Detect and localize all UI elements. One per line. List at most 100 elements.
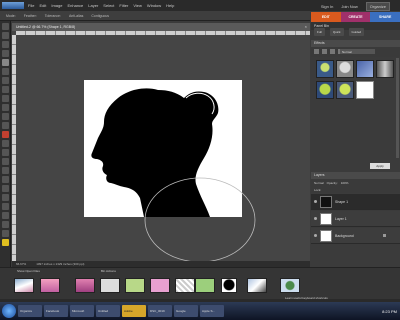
effect-thumbnail[interactable] bbox=[336, 81, 354, 99]
project-bin-thumbnail[interactable] bbox=[247, 278, 267, 293]
blur-tool-icon[interactable] bbox=[2, 221, 9, 228]
sign-in-link[interactable]: Sign In bbox=[321, 4, 333, 9]
menu-window[interactable]: Window bbox=[147, 3, 161, 8]
taskbar-item[interactable]: DSC_0019 bbox=[148, 305, 172, 317]
quick-selection-tool-icon[interactable] bbox=[2, 86, 9, 93]
eyedropper-tool-icon[interactable] bbox=[2, 50, 9, 57]
effect-thumbnail[interactable] bbox=[376, 60, 394, 78]
tab-create[interactable]: CREATE bbox=[340, 12, 371, 22]
layers-panel-header[interactable]: Layers bbox=[311, 172, 400, 179]
edit-full-button[interactable]: Full bbox=[314, 28, 325, 36]
filters-icon[interactable] bbox=[314, 49, 319, 54]
layer-row[interactable]: Shape 1 bbox=[311, 194, 400, 210]
option-anti-alias[interactable]: Anti-alias bbox=[69, 14, 83, 18]
effect-thumbnail[interactable] bbox=[356, 81, 374, 99]
taskbar-item[interactable]: Facebook bbox=[44, 305, 68, 317]
taskbar-item[interactable]: Google bbox=[174, 305, 198, 317]
project-bin-thumbnail[interactable] bbox=[221, 278, 237, 293]
option-feather[interactable]: Feather: bbox=[24, 14, 37, 18]
zoom-level[interactable]: 66.67% bbox=[16, 262, 26, 266]
menu-file[interactable]: File bbox=[28, 3, 34, 8]
paint-bucket-tool-icon[interactable] bbox=[2, 194, 9, 201]
project-bin-thumbnail[interactable] bbox=[75, 278, 95, 293]
blend-mode-select[interactable]: Normal bbox=[314, 181, 324, 185]
project-bin-thumbnail[interactable] bbox=[195, 278, 215, 293]
apply-button[interactable]: Apply bbox=[370, 163, 390, 169]
taskbar-item[interactable]: Microsoft bbox=[70, 305, 94, 317]
crop-tool-icon[interactable] bbox=[2, 104, 9, 111]
photo-effects-icon[interactable] bbox=[330, 49, 335, 54]
gradient-tool-icon[interactable] bbox=[2, 203, 9, 210]
move-tool-icon[interactable] bbox=[2, 23, 9, 30]
visibility-eye-icon[interactable] bbox=[314, 234, 317, 237]
sponge-tool-icon[interactable] bbox=[2, 230, 9, 237]
effects-category-dropdown[interactable]: Normal bbox=[340, 49, 375, 54]
layer-styles-icon[interactable] bbox=[322, 49, 327, 54]
hand-tool-icon[interactable] bbox=[2, 41, 9, 48]
cookie-cutter-tool-icon[interactable] bbox=[2, 113, 9, 120]
marquee-tool-icon[interactable] bbox=[2, 59, 9, 66]
menu-layer[interactable]: Layer bbox=[88, 3, 98, 8]
red-eye-tool-icon[interactable] bbox=[2, 131, 9, 138]
document-title: Untitled-2 @ 66.7% (Shape 1, RGB/8) bbox=[16, 25, 76, 29]
effects-scrollbar[interactable] bbox=[396, 58, 399, 158]
close-document-icon[interactable]: × bbox=[305, 24, 307, 29]
lasso-tool-icon[interactable] bbox=[2, 68, 9, 75]
document-tab[interactable]: Untitled-2 @ 66.7% (Shape 1, RGB/8) × bbox=[12, 23, 310, 31]
visibility-eye-icon[interactable] bbox=[314, 217, 317, 220]
brush-tool-icon[interactable] bbox=[2, 176, 9, 183]
menu-enhance[interactable]: Enhance bbox=[67, 3, 83, 8]
menu-edit[interactable]: Edit bbox=[39, 3, 46, 8]
taskbar-item[interactable]: Untitled bbox=[96, 305, 120, 317]
layer-row[interactable]: Layer 1 bbox=[311, 211, 400, 227]
menu-filter[interactable]: Filter bbox=[119, 3, 128, 8]
pencil-tool-icon[interactable] bbox=[2, 167, 9, 174]
opacity-value[interactable]: 100% bbox=[341, 181, 349, 185]
spot-healing-tool-icon[interactable] bbox=[2, 140, 9, 147]
project-bin-thumbnail[interactable] bbox=[150, 278, 170, 293]
visibility-eye-icon[interactable] bbox=[314, 200, 317, 203]
dodge-tool-icon[interactable] bbox=[2, 239, 9, 246]
organize-button[interactable]: Organize bbox=[365, 2, 390, 11]
option-contiguous[interactable]: Contiguous bbox=[91, 14, 109, 18]
edit-guided-button[interactable]: Guided bbox=[348, 28, 365, 36]
effect-thumbnail[interactable] bbox=[316, 60, 334, 78]
option-mode[interactable]: Mode: bbox=[6, 14, 16, 18]
effects-panel-header[interactable]: Effects bbox=[311, 40, 400, 47]
keyboard-shortcuts-link[interactable]: Learn useful keyboard shortcuts bbox=[285, 296, 328, 300]
project-bin-thumbnail[interactable] bbox=[125, 278, 145, 293]
menu-view[interactable]: View bbox=[133, 3, 142, 8]
magic-wand-tool-icon[interactable] bbox=[2, 77, 9, 84]
project-bin-thumbnail[interactable] bbox=[100, 278, 120, 293]
straighten-tool-icon[interactable] bbox=[2, 122, 9, 129]
eraser-tool-icon[interactable] bbox=[2, 158, 9, 165]
smart-brush-tool-icon[interactable] bbox=[2, 185, 9, 192]
tab-share[interactable]: SHARE bbox=[370, 12, 400, 22]
shape-tool-icon[interactable] bbox=[2, 212, 9, 219]
menu-image[interactable]: Image bbox=[51, 3, 62, 8]
effect-thumbnail[interactable] bbox=[336, 60, 354, 78]
clone-stamp-tool-icon[interactable] bbox=[2, 149, 9, 156]
effect-thumbnail[interactable] bbox=[316, 81, 334, 99]
project-bin-thumbnail[interactable] bbox=[280, 278, 300, 293]
project-bin-thumbnail[interactable] bbox=[175, 278, 195, 293]
project-bin-thumbnail[interactable] bbox=[40, 278, 60, 293]
option-tolerance[interactable]: Tolerance: bbox=[45, 14, 61, 18]
menu-select[interactable]: Select bbox=[103, 3, 114, 8]
taskbar-item[interactable]: Apple S... bbox=[200, 305, 224, 317]
bin-actions-tab[interactable]: Bin Actions bbox=[98, 268, 119, 274]
start-button-icon[interactable] bbox=[2, 304, 16, 318]
taskbar-item-active[interactable]: Adobe bbox=[122, 305, 146, 317]
show-open-files-tab[interactable]: Show Open Files bbox=[14, 268, 43, 274]
taskbar-item[interactable]: Organize bbox=[18, 305, 42, 317]
type-tool-icon[interactable] bbox=[2, 95, 9, 102]
tab-edit[interactable]: EDIT bbox=[311, 12, 341, 22]
edit-quick-button[interactable]: Quick bbox=[329, 28, 344, 36]
menu-help[interactable]: Help bbox=[166, 3, 174, 8]
layer-row[interactable]: Background bbox=[311, 228, 400, 244]
project-bin-thumbnail[interactable] bbox=[14, 278, 34, 293]
system-clock[interactable]: 8:23 PM bbox=[382, 309, 397, 314]
zoom-tool-icon[interactable] bbox=[2, 32, 9, 39]
join-now-link[interactable]: Join Now bbox=[341, 4, 357, 9]
effect-thumbnail[interactable] bbox=[356, 60, 374, 78]
